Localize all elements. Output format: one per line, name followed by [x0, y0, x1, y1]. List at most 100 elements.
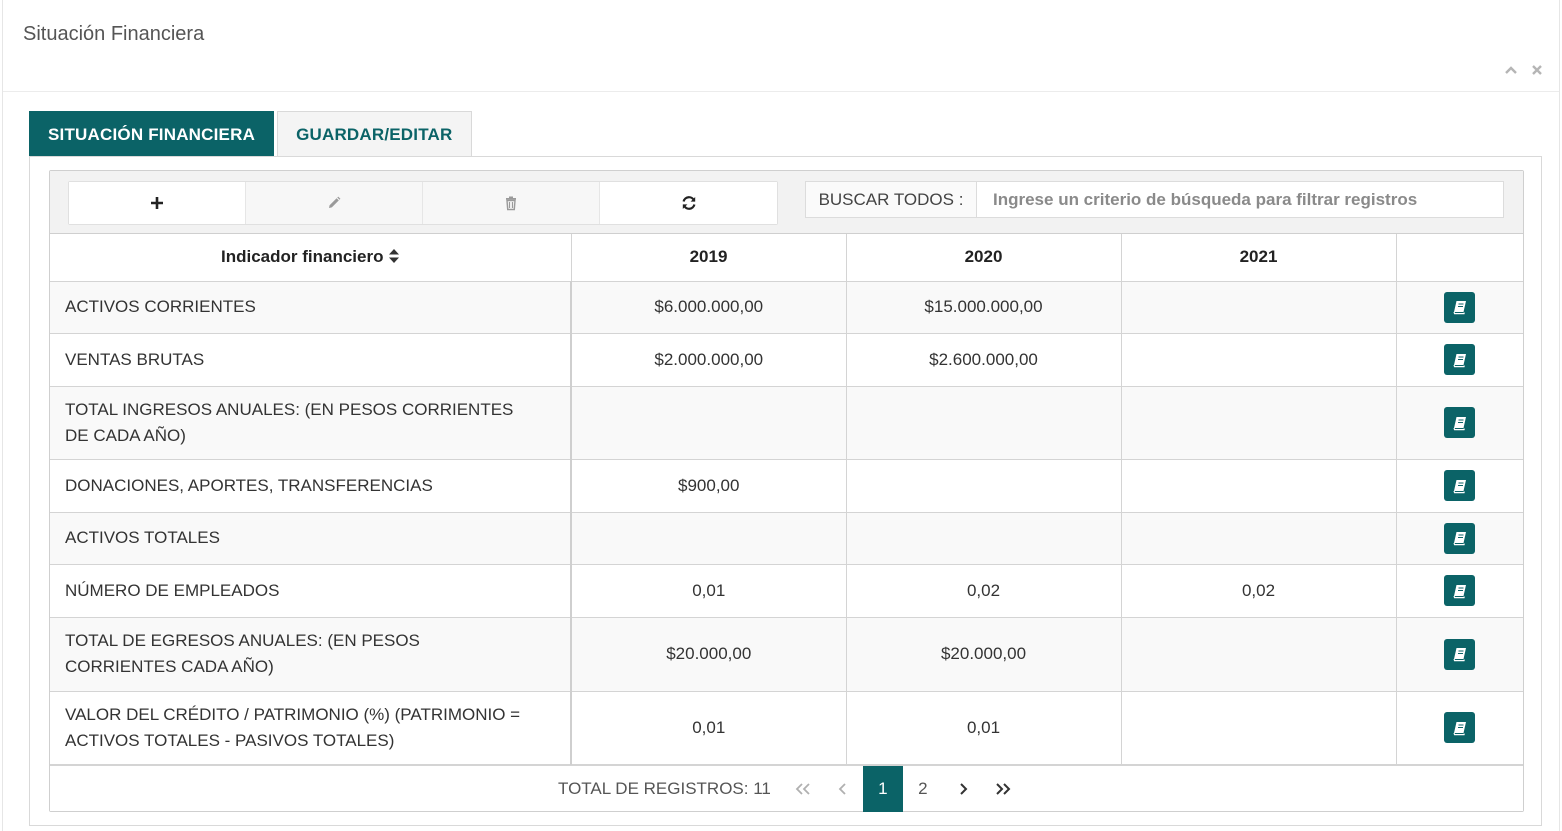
book-icon	[1453, 532, 1466, 546]
row-detail-button[interactable]	[1444, 470, 1476, 501]
cell-2021	[1121, 386, 1397, 460]
cell-indicador: DONACIONES, APORTES, TRANSFERENCIAS	[50, 459, 572, 513]
cell-2020	[846, 512, 1122, 565]
table-row[interactable]: ACTIVOS TOTALES	[50, 512, 1523, 565]
search-input[interactable]	[977, 182, 1503, 217]
double-chevron-left-icon	[795, 783, 810, 795]
cell-actions	[1396, 333, 1523, 387]
column-header-actions	[1396, 234, 1523, 282]
page-button-1[interactable]: 1	[862, 766, 903, 812]
cell-actions	[1396, 564, 1523, 618]
book-icon	[1453, 353, 1466, 367]
row-detail-button[interactable]	[1444, 407, 1476, 438]
table-row[interactable]: DONACIONES, APORTES, TRANSFERENCIAS $900…	[50, 459, 1523, 513]
cell-actions	[1396, 459, 1523, 513]
cell-2020: 0,01	[846, 691, 1122, 765]
cell-2020: $20.000,00	[846, 617, 1122, 692]
book-icon	[1453, 648, 1466, 662]
column-header-2021: 2021	[1121, 234, 1397, 282]
cell-2021	[1121, 617, 1397, 692]
cell-indicador: VALOR DEL CRÉDITO / PATRIMONIO (%) (PATR…	[50, 691, 572, 765]
grid-toolbar: BUSCAR TODOS :	[50, 171, 1523, 234]
cell-2020: $15.000.000,00	[846, 281, 1122, 334]
prev-page-button[interactable]	[823, 766, 863, 812]
search-label: BUSCAR TODOS :	[806, 182, 977, 217]
column-header-indicador[interactable]: Indicador financiero	[50, 234, 572, 282]
row-detail-button[interactable]	[1444, 638, 1476, 670]
cell-indicador: TOTAL DE EGRESOS ANUALES: (EN PESOS CORR…	[50, 617, 572, 692]
row-detail-button[interactable]	[1444, 575, 1476, 606]
table-row[interactable]: TOTAL INGRESOS ANUALES: (EN PESOS CORRIE…	[50, 386, 1523, 460]
cell-2021	[1121, 512, 1397, 565]
row-detail-button[interactable]	[1444, 522, 1476, 554]
cell-2021: 0,02	[1121, 564, 1397, 618]
cell-2019	[571, 386, 847, 460]
grid-panel: BUSCAR TODOS : Indicador financiero 2019…	[49, 170, 1524, 812]
row-detail-button[interactable]	[1444, 344, 1476, 375]
tab-bar: SITUACIÓN FINANCIERA GUARDAR/EDITAR	[29, 111, 472, 157]
tab-situacion-financiera[interactable]: SITUACIÓN FINANCIERA	[29, 111, 275, 157]
table-row[interactable]: TOTAL DE EGRESOS ANUALES: (EN PESOS CORR…	[50, 617, 1523, 692]
cell-2021	[1121, 691, 1397, 765]
cell-2019: $20.000,00	[571, 617, 847, 692]
cell-2020: $2.600.000,00	[846, 333, 1122, 387]
page-button-2[interactable]: 2	[903, 766, 943, 812]
financial-indicators-table: Indicador financiero 2019 2020 2021 ACTI…	[50, 234, 1523, 765]
cell-2019: 0,01	[571, 564, 847, 618]
column-header-2020: 2020	[846, 234, 1122, 282]
table-row[interactable]: ACTIVOS CORRIENTES $6.000.000,00 $15.000…	[50, 281, 1523, 334]
book-icon	[1453, 721, 1466, 735]
portlet: Situación Financiera SITUACIÓN FINANCIER…	[2, 0, 1560, 831]
collapse-icon[interactable]	[1503, 62, 1519, 78]
tab-pane: BUSCAR TODOS : Indicador financiero 2019…	[29, 156, 1542, 826]
next-page-button[interactable]	[943, 766, 983, 812]
double-chevron-right-icon	[996, 783, 1011, 795]
table-row[interactable]: VENTAS BRUTAS $2.000.000,00 $2.600.000,0…	[50, 333, 1523, 387]
toolbar-button-group	[68, 181, 778, 225]
book-icon	[1453, 301, 1466, 315]
cell-actions	[1396, 281, 1523, 334]
cell-actions	[1396, 512, 1523, 565]
table-header-row: Indicador financiero 2019 2020 2021	[50, 234, 1523, 282]
cell-2019: $900,00	[571, 459, 847, 513]
add-button[interactable]	[69, 182, 246, 224]
chevron-right-icon	[960, 783, 968, 795]
column-header-2019: 2019	[571, 234, 847, 282]
refresh-button[interactable]	[600, 182, 777, 224]
cell-indicador: VENTAS BRUTAS	[50, 333, 572, 387]
cell-2019: 0,01	[571, 691, 847, 765]
portlet-title: Situación Financiera	[23, 23, 205, 45]
last-page-button[interactable]	[983, 766, 1023, 812]
book-icon	[1453, 416, 1466, 430]
search-group: BUSCAR TODOS :	[805, 181, 1504, 218]
table-row[interactable]: NÚMERO DE EMPLEADOS 0,01 0,02 0,02	[50, 564, 1523, 618]
tab-guardar-editar[interactable]: GUARDAR/EDITAR	[277, 111, 472, 157]
column-header-label: Indicador financiero	[221, 247, 384, 267]
row-detail-button[interactable]	[1444, 291, 1476, 323]
cell-2020	[846, 459, 1122, 513]
cell-2021	[1121, 281, 1397, 334]
book-icon	[1453, 584, 1466, 598]
edit-button[interactable]	[246, 182, 423, 224]
table-row[interactable]: VALOR DEL CRÉDITO / PATRIMONIO (%) (PATR…	[50, 691, 1523, 765]
row-detail-button[interactable]	[1444, 712, 1476, 743]
delete-button[interactable]	[423, 182, 600, 224]
cell-2019	[571, 512, 847, 565]
cell-2019: $6.000.000,00	[571, 281, 847, 334]
plus-icon	[151, 197, 163, 209]
book-icon	[1453, 479, 1466, 493]
cell-2020: 0,02	[846, 564, 1122, 618]
cell-indicador: NÚMERO DE EMPLEADOS	[50, 564, 572, 618]
cell-actions	[1396, 386, 1523, 460]
total-records-label: TOTAL DE REGISTROS: 11	[558, 779, 771, 798]
portlet-header: Situación Financiera	[3, 0, 1559, 92]
close-icon[interactable]	[1529, 62, 1545, 78]
chevron-left-icon	[838, 783, 846, 795]
trash-icon	[506, 196, 516, 211]
pagination: TOTAL DE REGISTROS: 11 1 2	[50, 765, 1523, 812]
sort-icon	[389, 249, 400, 264]
cell-indicador: ACTIVOS CORRIENTES	[50, 281, 572, 334]
cell-2021	[1121, 333, 1397, 387]
cell-2021	[1121, 459, 1397, 513]
first-page-button[interactable]	[783, 766, 823, 812]
